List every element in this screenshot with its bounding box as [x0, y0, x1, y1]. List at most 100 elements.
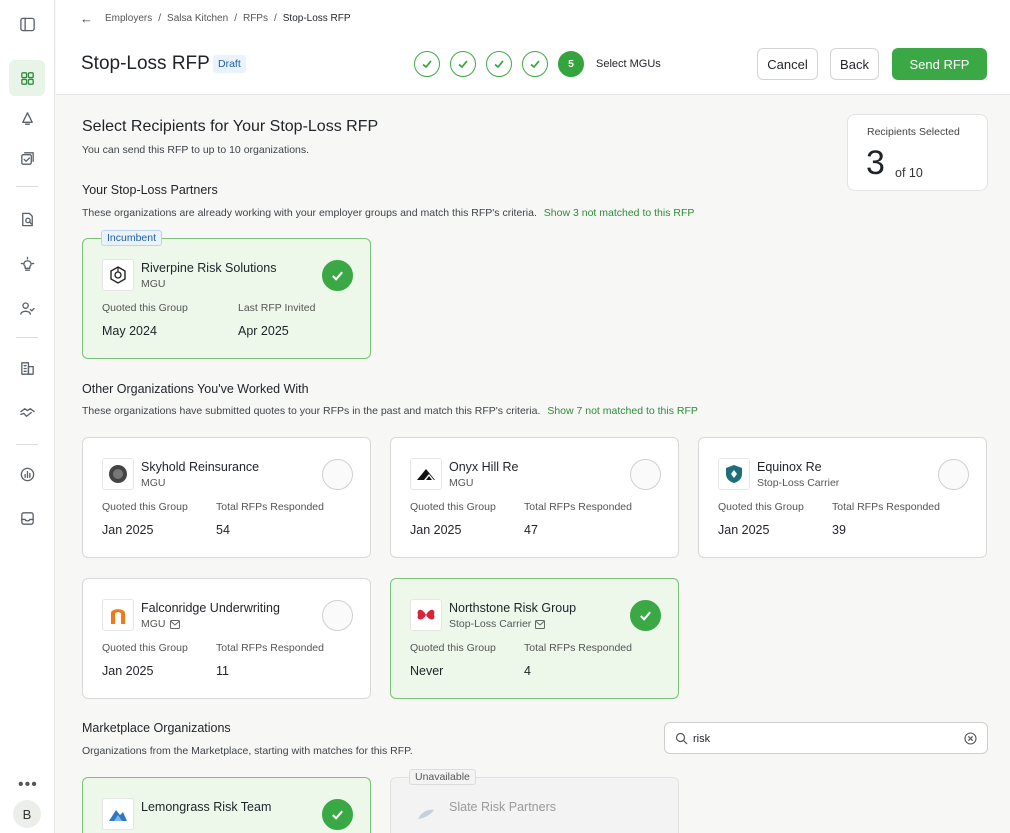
section-title: Select Recipients for Your Stop-Loss RFP	[82, 118, 379, 135]
org-stat-label: Quoted this Group	[102, 302, 188, 314]
dashboard-icon[interactable]	[9, 60, 45, 96]
step-current: 5	[558, 51, 584, 77]
org-type-text: MGU	[141, 477, 166, 489]
others-description-text: These organizations have submitted quote…	[82, 405, 541, 417]
clear-search-icon[interactable]	[964, 732, 977, 745]
avatar[interactable]: B	[13, 800, 41, 828]
org-stat-label: Total RFPs Responded	[832, 501, 940, 513]
step-2-complete[interactable]	[450, 51, 476, 77]
select-checkbox[interactable]	[322, 459, 353, 490]
org-card-falconridge[interactable]: Falconridge Underwriting MGU Quoted this…	[82, 578, 371, 699]
others-description: These organizations have submitted quote…	[82, 405, 698, 417]
org-card-slate: Unavailable Slate Risk Partners	[390, 769, 679, 833]
select-checkbox-checked[interactable]	[322, 260, 353, 291]
more-options-icon[interactable]: •••	[18, 776, 38, 794]
step-3-complete[interactable]	[486, 51, 512, 77]
building-icon[interactable]	[9, 350, 45, 386]
sidebar-toggle-icon[interactable]	[9, 6, 45, 42]
analytics-icon[interactable]	[9, 456, 45, 492]
envelope-icon	[535, 619, 546, 629]
org-name: Onyx Hill Re	[449, 460, 519, 474]
lightbulb-icon[interactable]	[9, 246, 45, 282]
org-name: Riverpine Risk Solutions	[141, 261, 277, 275]
breadcrumb-item-rfps[interactable]: RFPs	[243, 13, 268, 24]
breadcrumb: ← Employers / Salsa Kitchen / RFPs / Stop-L…	[80, 11, 351, 26]
org-stat-label: Quoted this Group	[102, 642, 188, 654]
document-search-icon[interactable]	[9, 201, 45, 237]
select-checkbox[interactable]	[938, 459, 969, 490]
org-type: MGU	[141, 477, 166, 489]
check-icon	[494, 60, 504, 69]
onyx-hill-logo-icon	[410, 458, 442, 490]
send-rfp-button[interactable]: Send RFP	[892, 48, 987, 80]
megaphone-icon[interactable]	[9, 100, 45, 136]
org-type: Stop-Loss Carrier	[449, 618, 546, 630]
falconridge-logo-icon	[102, 599, 134, 631]
inbox-icon[interactable]	[9, 500, 45, 536]
others-heading: Other Organizations You've Worked With	[82, 382, 309, 396]
select-checkbox[interactable]	[322, 600, 353, 631]
org-stat-label: Total RFPs Responded	[216, 501, 324, 513]
check-icon	[422, 60, 432, 69]
breadcrumb-item-employer[interactable]: Salsa Kitchen	[167, 13, 228, 24]
org-type-text: Stop-Loss Carrier	[757, 477, 840, 489]
section-subtitle: You can send this RFP to up to 10 organi…	[82, 144, 310, 156]
org-type-text: MGU	[141, 278, 166, 290]
org-card-skyhold[interactable]: Skyhold Reinsurance MGU Quoted this Grou…	[82, 437, 371, 558]
check-icon	[332, 271, 343, 281]
select-checkbox-checked[interactable]	[630, 600, 661, 631]
partners-heading: Your Stop-Loss Partners	[82, 183, 218, 197]
org-name: Slate Risk Partners	[449, 800, 556, 814]
riverpine-logo-icon	[102, 259, 134, 291]
marketplace-search	[664, 722, 988, 754]
rail-divider	[16, 186, 38, 187]
back-arrow-icon[interactable]: ←	[80, 11, 93, 26]
org-name: Falconridge Underwriting	[141, 601, 280, 615]
org-card-lemongrass[interactable]: Lemongrass Risk Team	[82, 777, 371, 833]
org-stat-value: May 2024	[102, 324, 157, 338]
org-stat-value: 54	[216, 523, 230, 537]
breadcrumb-item-employers[interactable]: Employers	[105, 13, 152, 24]
org-card-equinox[interactable]: Equinox Re Stop-Loss Carrier Quoted this…	[698, 437, 987, 558]
handshake-icon[interactable]	[9, 394, 45, 430]
org-card-riverpine[interactable]: Incumbent Riverpine Risk Solutions MGU Q…	[82, 230, 371, 359]
check-icon	[530, 60, 540, 69]
step-1-complete[interactable]	[414, 51, 440, 77]
org-stat-label: Total RFPs Responded	[524, 642, 632, 654]
org-stat-label: Quoted this Group	[102, 501, 188, 513]
show-unmatched-partners-link[interactable]: Show 3 not matched to this RFP	[544, 207, 695, 219]
show-unmatched-others-link[interactable]: Show 7 not matched to this RFP	[547, 405, 698, 417]
search-icon	[675, 732, 688, 745]
step-4-complete[interactable]	[522, 51, 548, 77]
org-card-northstone[interactable]: Northstone Risk Group Stop-Loss Carrier …	[390, 578, 679, 699]
org-stat-value: 4	[524, 664, 531, 678]
rail-divider	[16, 444, 38, 445]
select-checkbox-checked[interactable]	[322, 799, 353, 830]
org-card-onyx-hill[interactable]: Onyx Hill Re MGU Quoted this Group Jan 2…	[390, 437, 679, 558]
marketplace-description: Organizations from the Marketplace, star…	[82, 745, 413, 757]
org-name: Northstone Risk Group	[449, 601, 577, 615]
stepper: 5 Select MGUs	[414, 51, 661, 77]
org-type-text: MGU	[141, 618, 166, 630]
users-check-icon[interactable]	[9, 290, 45, 326]
org-stat-value: Never	[410, 664, 444, 678]
org-type-text: Stop-Loss Carrier	[449, 618, 532, 630]
check-icon	[458, 60, 468, 69]
search-input[interactable]	[693, 729, 953, 749]
tasks-icon[interactable]	[9, 140, 45, 176]
org-type: MGU	[141, 618, 180, 630]
cancel-button[interactable]: Cancel	[757, 48, 818, 80]
partners-description-text: These organizations are already working …	[82, 207, 537, 219]
org-stat-value: Apr 2025	[238, 324, 289, 338]
breadcrumb-separator: /	[158, 13, 162, 24]
select-checkbox[interactable]	[630, 459, 661, 490]
back-button[interactable]: Back	[830, 48, 879, 80]
org-stat-value: Jan 2025	[102, 664, 154, 678]
org-stat-label: Quoted this Group	[410, 501, 496, 513]
org-name: Equinox Re	[757, 460, 822, 474]
equinox-logo-icon	[718, 458, 750, 490]
left-rail: ••• B	[0, 0, 55, 833]
page-title: Stop-Loss RFP	[81, 53, 210, 74]
check-icon	[640, 611, 651, 621]
org-stat-label: Quoted this Group	[718, 501, 804, 513]
